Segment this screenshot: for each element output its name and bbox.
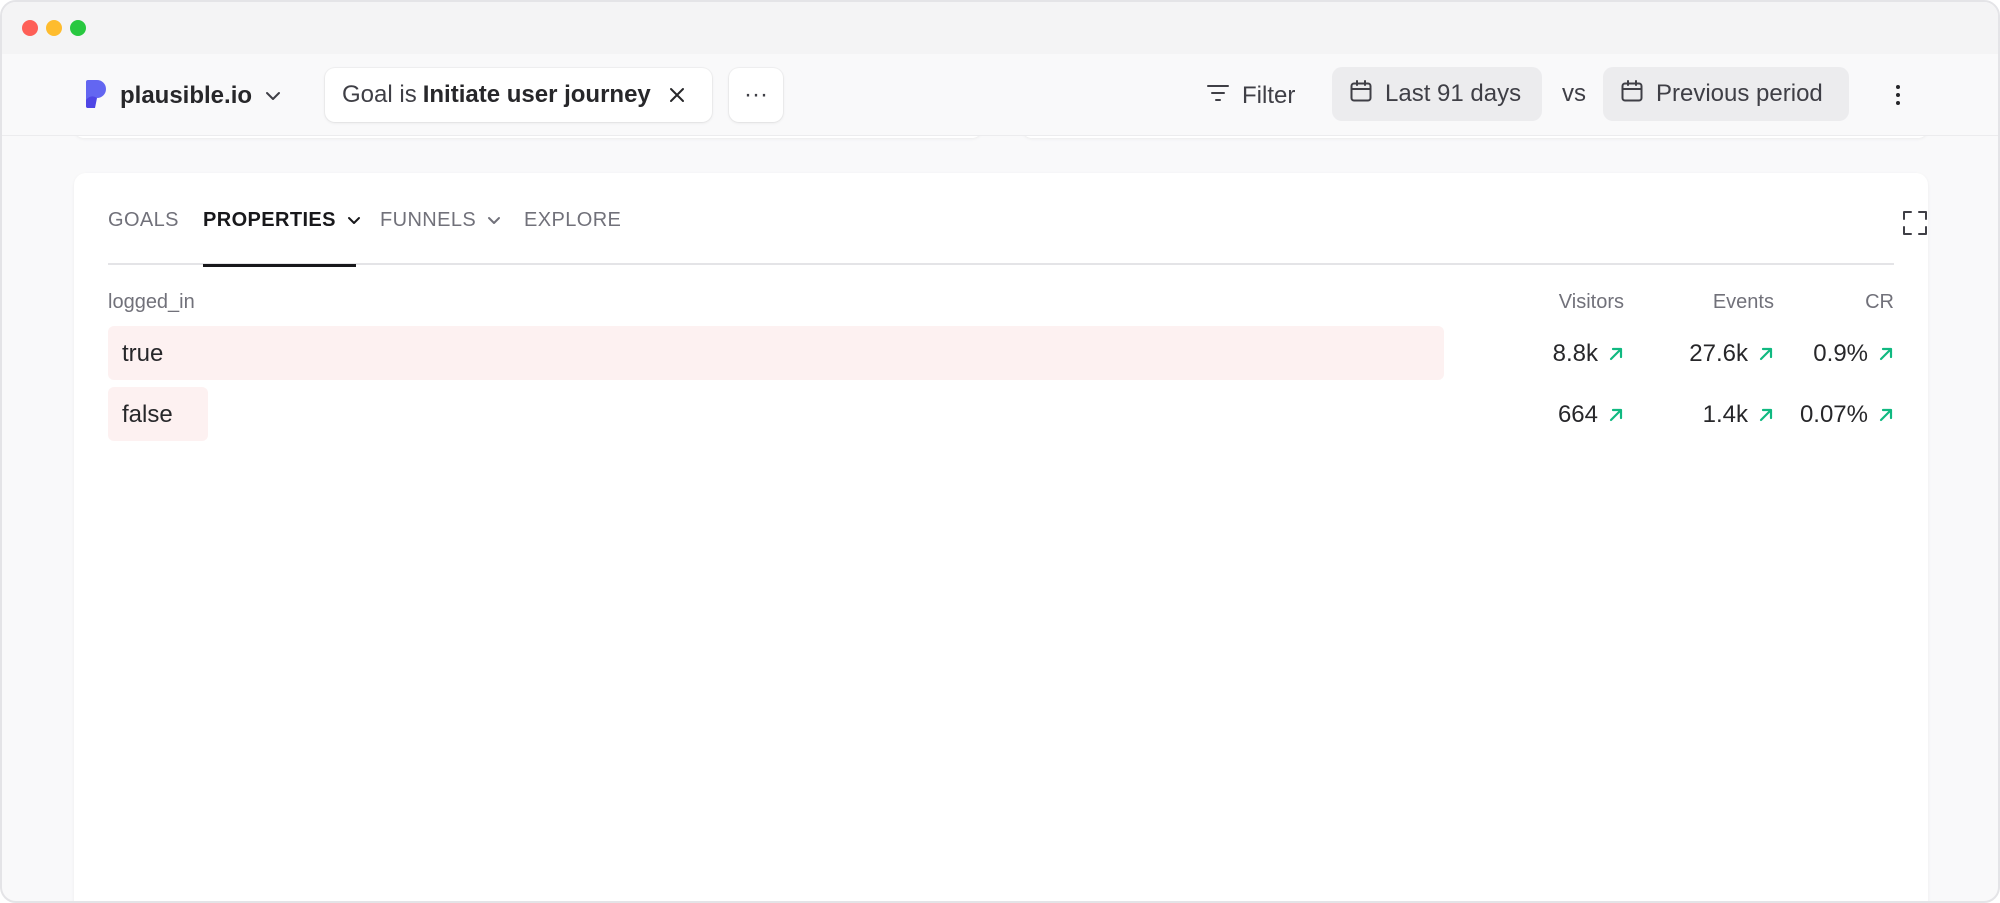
table-row[interactable]: false 664 1.4k 0.07% xyxy=(108,387,1894,441)
chevron-down-icon xyxy=(264,87,282,105)
arrow-up-right-icon xyxy=(1878,346,1894,362)
row-cr: 0.9% xyxy=(1774,340,1894,368)
events-value: 27.6k xyxy=(1689,340,1748,367)
kebab-menu-icon[interactable] xyxy=(1888,80,1908,110)
row-cr: 0.07% xyxy=(1774,401,1894,429)
calendar-icon xyxy=(1620,79,1644,110)
table-row[interactable]: true 8.8k 27.6k 0.9% xyxy=(108,326,1894,380)
comparison-vs-label: vs xyxy=(1562,80,1586,107)
comparison-period-label: Previous period xyxy=(1656,80,1823,107)
more-filters-label: ··· xyxy=(744,81,768,108)
close-window-button[interactable] xyxy=(22,20,38,36)
tab-properties-label: PROPERTIES xyxy=(203,209,336,231)
visitors-value: 8.8k xyxy=(1552,340,1598,367)
more-filters-button[interactable]: ··· xyxy=(729,68,783,122)
close-icon[interactable] xyxy=(669,87,685,103)
date-range-label: Last 91 days xyxy=(1385,80,1522,107)
tab-goals[interactable]: GOALS xyxy=(108,209,179,265)
tab-explore-label: EXPLORE xyxy=(524,209,622,231)
tab-properties[interactable]: PROPERTIES xyxy=(203,209,360,267)
goal-filter-chip[interactable]: Goal is Initiate user journey xyxy=(325,68,712,122)
title-bar xyxy=(2,2,1998,54)
arrow-up-right-icon xyxy=(1608,407,1624,423)
date-range-picker[interactable]: Last 91 days xyxy=(1332,67,1542,121)
site-switcher[interactable]: plausible.io xyxy=(84,76,282,116)
dimension-header: logged_in xyxy=(108,291,195,313)
minimize-window-button[interactable] xyxy=(46,20,62,36)
dashboard-toolbar: plausible.io Goal is Initiate user journ… xyxy=(2,54,1998,136)
tab-explore[interactable]: EXPLORE xyxy=(524,209,621,265)
visitors-header[interactable]: Visitors xyxy=(1504,291,1624,314)
chevron-down-icon xyxy=(486,209,502,235)
filter-lines-icon xyxy=(1206,82,1230,111)
row-events: 27.6k xyxy=(1654,340,1774,368)
goal-filter-prefix: Goal is xyxy=(342,81,417,108)
arrow-up-right-icon xyxy=(1608,346,1624,362)
visitors-value: 664 xyxy=(1557,401,1598,428)
calendar-icon xyxy=(1349,79,1373,110)
row-visitors: 8.8k xyxy=(1504,340,1624,368)
plausible-logo-icon xyxy=(84,78,108,115)
arrow-up-right-icon xyxy=(1878,407,1894,423)
row-visitors: 664 xyxy=(1504,401,1624,429)
filter-label: Filter xyxy=(1242,82,1296,109)
tab-funnels[interactable]: FUNNELS xyxy=(380,209,502,265)
row-label: true xyxy=(122,340,164,367)
arrow-up-right-icon xyxy=(1758,407,1774,423)
cr-header[interactable]: CR xyxy=(1774,291,1894,314)
expand-icon[interactable] xyxy=(1902,210,1928,241)
tab-funnels-label: FUNNELS xyxy=(380,209,477,231)
maximize-window-button[interactable] xyxy=(70,20,86,36)
chevron-down-icon xyxy=(346,209,362,235)
tab-goals-label: GOALS xyxy=(108,209,179,231)
cr-value: 0.07% xyxy=(1799,401,1868,428)
events-header[interactable]: Events xyxy=(1654,291,1774,314)
arrow-up-right-icon xyxy=(1758,346,1774,362)
row-share-bar xyxy=(108,326,1444,380)
events-value: 1.4k xyxy=(1702,401,1748,428)
app-window: plausible.io Goal is Initiate user journ… xyxy=(0,0,2000,903)
comparison-period-picker[interactable]: Previous period xyxy=(1603,67,1849,121)
goal-filter-value: Initiate user journey xyxy=(422,81,651,108)
filter-button[interactable]: Filter xyxy=(1206,76,1295,116)
row-label: false xyxy=(122,401,173,428)
site-name: plausible.io xyxy=(120,82,253,109)
row-events: 1.4k xyxy=(1654,401,1774,429)
cr-value: 0.9% xyxy=(1813,340,1868,367)
report-tabs: GOALS PROPERTIES FUNNELS EXPLORE xyxy=(108,173,1927,267)
properties-report-card: GOALS PROPERTIES FUNNELS EXPLORE logged_… xyxy=(74,173,1928,901)
